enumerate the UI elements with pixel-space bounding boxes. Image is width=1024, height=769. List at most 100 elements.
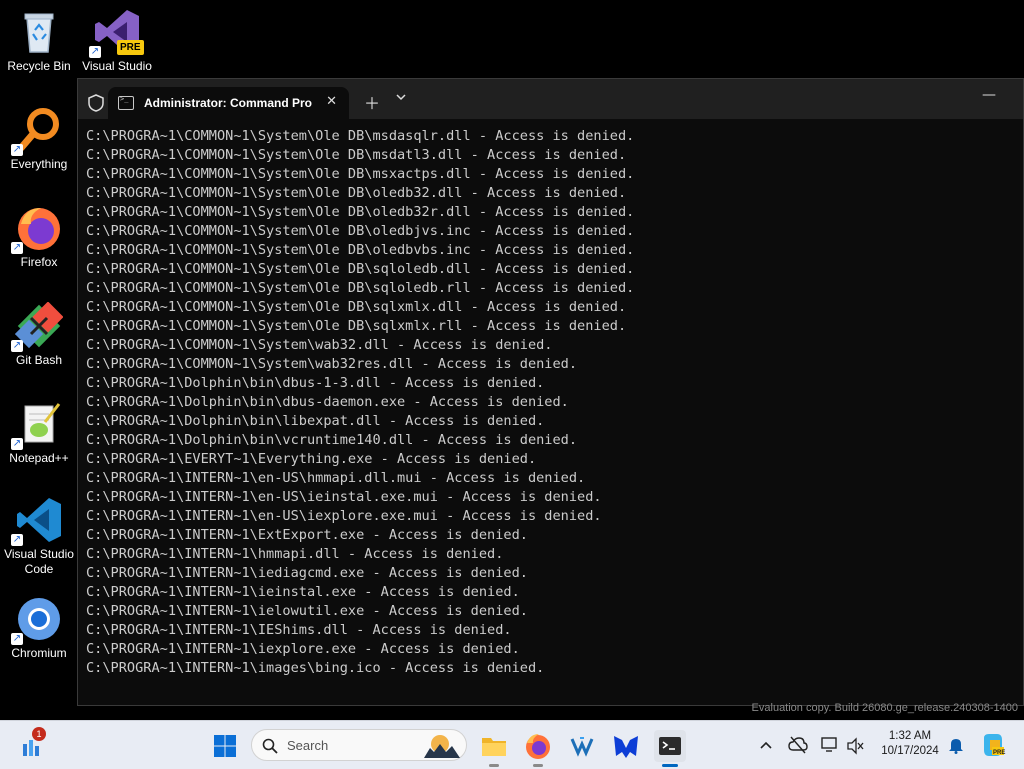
shortcut-arrow-icon: ↗: [11, 633, 23, 645]
clock-time: 1:32 AM: [888, 730, 932, 742]
desktop-icon-firefox[interactable]: ↗ Firefox: [2, 204, 76, 270]
preview-badge: PRE: [117, 40, 144, 55]
chevron-down-icon[interactable]: [396, 92, 406, 102]
console-line: C:\PROGRA~1\INTERN~1\en-US\ieinstal.exe.…: [86, 489, 602, 505]
desktop-icon-recycle-bin[interactable]: Recycle Bin: [2, 8, 76, 74]
cloud-offline-icon[interactable]: [788, 736, 808, 754]
desktop-icon-label: Notepad++: [9, 451, 69, 465]
console-line: C:\PROGRA~1\COMMON~1\System\Ole DB\msxac…: [86, 166, 635, 182]
console-line: C:\PROGRA~1\COMMON~1\System\Ole DB\msdas…: [86, 128, 635, 144]
tab-command-prompt[interactable]: Administrator: Command Pro ✕: [108, 87, 349, 119]
taskbar-firefox[interactable]: [522, 730, 554, 767]
console-line: C:\PROGRA~1\COMMON~1\System\Ole DB\sqlxm…: [86, 299, 627, 315]
terminal-icon: [659, 737, 681, 755]
shortcut-arrow-icon: ↗: [11, 242, 23, 254]
desktop-icon-label: Recycle Bin: [7, 59, 71, 73]
search-icon: [262, 738, 278, 754]
console-line: C:\PROGRA~1\INTERN~1\IEShims.dll - Acces…: [86, 622, 512, 638]
terminal-window[interactable]: Administrator: Command Pro ✕ ＋ — C:\PROG…: [77, 78, 1024, 706]
console-line: C:\PROGRA~1\INTERN~1\en-US\iexplore.exe.…: [86, 508, 602, 524]
console-line: C:\PROGRA~1\COMMON~1\System\Ole DB\oledb…: [86, 242, 635, 258]
console-output[interactable]: C:\PROGRA~1\COMMON~1\System\Ole DB\msdas…: [86, 127, 1015, 678]
console-line: C:\PROGRA~1\INTERN~1\ExtExport.exe - Acc…: [86, 527, 528, 543]
desktop-icon-label: Visual Studio 2022 Preview: [81, 59, 154, 76]
console-line: C:\PROGRA~1\Dolphin\bin\dbus-1-3.dll - A…: [86, 375, 545, 391]
new-tab-button[interactable]: ＋: [364, 90, 380, 114]
windows-start-icon: [214, 735, 236, 757]
network-icon[interactable]: [820, 736, 840, 754]
everything-icon: ↗: [11, 106, 63, 156]
console-line: C:\PROGRA~1\INTERN~1\hmmapi.dll - Access…: [86, 546, 504, 562]
console-line: C:\PROGRA~1\COMMON~1\System\Ole DB\oledb…: [86, 185, 627, 201]
console-line: C:\PROGRA~1\COMMON~1\System\wab32res.dll…: [86, 356, 578, 372]
desktop-icon-label: Git Bash: [15, 353, 63, 367]
chromium-icon: ↗: [11, 595, 63, 645]
console-line: C:\PROGRA~1\Dolphin\bin\dbus-daemon.exe …: [86, 394, 569, 410]
search-placeholder: Search: [287, 738, 329, 753]
notification-badge: 1: [32, 727, 46, 741]
console-line: C:\PROGRA~1\COMMON~1\System\Ole DB\oledb…: [86, 204, 635, 220]
notepad-plus-plus-icon: ↗: [11, 400, 63, 450]
svg-text:PRE: PRE: [993, 750, 1005, 756]
console-line: C:\PROGRA~1\INTERN~1\en-US\hmmapi.dll.mu…: [86, 470, 586, 486]
console-line: C:\PROGRA~1\COMMON~1\System\Ole DB\sqlol…: [86, 280, 635, 296]
tab-title: Administrator: Command Pro: [144, 96, 313, 110]
console-line: C:\PROGRA~1\COMMON~1\System\Ole DB\oledb…: [86, 223, 635, 239]
desktop-icon-git-bash[interactable]: ↗ Git Bash: [2, 301, 76, 368]
desktop-icon-chromium[interactable]: ↗ Chromium: [2, 595, 76, 661]
console-line: C:\PROGRA~1\Dolphin\bin\vcruntime140.dll…: [86, 432, 578, 448]
volume-muted-icon[interactable]: [846, 737, 864, 755]
console-line: C:\PROGRA~1\INTERN~1\iexplore.exe - Acce…: [86, 641, 520, 657]
clock-date: 10/17/2024: [881, 745, 939, 757]
console-line: C:\PROGRA~1\INTERN~1\ielowutil.exe - Acc…: [86, 603, 528, 619]
close-tab-button[interactable]: ✕: [326, 94, 337, 109]
shortcut-arrow-icon: ↗: [89, 46, 101, 58]
widgets-button[interactable]: 1: [17, 727, 49, 762]
console-line: C:\PROGRA~1\INTERN~1\ieinstal.exe - Acce…: [86, 584, 520, 600]
git-bash-icon: ↗: [11, 301, 64, 352]
visual-studio-icon: PRE ↗: [89, 8, 144, 58]
evaluation-watermark: Evaluation copy. Build 26080.ge_release.…: [751, 702, 1018, 714]
desktop-icon-notepad-plus-plus[interactable]: ↗ Notepad++: [2, 400, 76, 466]
desktop-icon-vscode[interactable]: ↗ Visual Studio Code: [2, 496, 76, 577]
notification-bell-icon[interactable]: [948, 736, 964, 754]
taskbar-file-explorer[interactable]: [478, 730, 510, 767]
console-line: C:\PROGRA~1\INTERN~1\images\bing.ico - A…: [86, 660, 545, 676]
desktop-icon-label: Firefox: [20, 255, 58, 269]
console-line: C:\PROGRA~1\COMMON~1\System\Ole DB\sqlol…: [86, 261, 635, 277]
minimize-button[interactable]: —: [982, 87, 996, 103]
taskbar-app-vk[interactable]: [566, 730, 598, 762]
start-button[interactable]: [209, 730, 241, 762]
console-line: C:\PROGRA~1\EVERYT~1\Everything.exe - Ac…: [86, 451, 537, 467]
firefox-icon: ↗: [11, 204, 63, 254]
vscode-icon: ↗: [11, 496, 63, 546]
recycle-bin-icon: [15, 8, 63, 56]
running-indicator: [533, 764, 543, 767]
app-icon: [570, 737, 594, 757]
taskbar-terminal[interactable]: [654, 730, 686, 767]
console-line: C:\PROGRA~1\Dolphin\bin\libexpat.dll - A…: [86, 413, 545, 429]
malwarebytes-icon: [614, 736, 638, 758]
taskbar: 1 Search 1:32 AM 10/17/2024 PRE: [0, 720, 1024, 769]
active-indicator: [662, 764, 678, 767]
taskbar-search[interactable]: Search: [251, 729, 467, 761]
desktop-icon-label: Chromium: [11, 646, 67, 660]
firefox-icon: [526, 734, 550, 759]
desktop-icon-label: Visual Studio Code: [4, 547, 74, 576]
console-line: C:\PROGRA~1\COMMON~1\System\wab32.dll - …: [86, 337, 553, 353]
search-highlight-icon: [424, 735, 460, 758]
chevron-up-icon[interactable]: [759, 740, 773, 750]
shield-icon: [88, 94, 104, 112]
folder-icon: [482, 738, 506, 756]
console-line: C:\PROGRA~1\INTERN~1\iediagcmd.exe - Acc…: [86, 565, 528, 581]
system-clock[interactable]: 1:32 AM 10/17/2024: [876, 729, 944, 759]
cmd-icon: [118, 95, 134, 110]
copilot-icon[interactable]: PRE: [980, 732, 1006, 758]
desktop-icon-visual-studio[interactable]: PRE ↗ Visual Studio 2022 Preview: [80, 8, 154, 76]
shortcut-arrow-icon: ↗: [11, 144, 23, 156]
terminal-titlebar[interactable]: Administrator: Command Pro ✕ ＋ —: [78, 79, 1023, 119]
console-line: C:\PROGRA~1\COMMON~1\System\Ole DB\sqlxm…: [86, 318, 627, 334]
desktop-icon-everything[interactable]: ↗ Everything: [2, 106, 76, 172]
shortcut-arrow-icon: ↗: [11, 534, 23, 546]
taskbar-malwarebytes[interactable]: [610, 730, 642, 762]
